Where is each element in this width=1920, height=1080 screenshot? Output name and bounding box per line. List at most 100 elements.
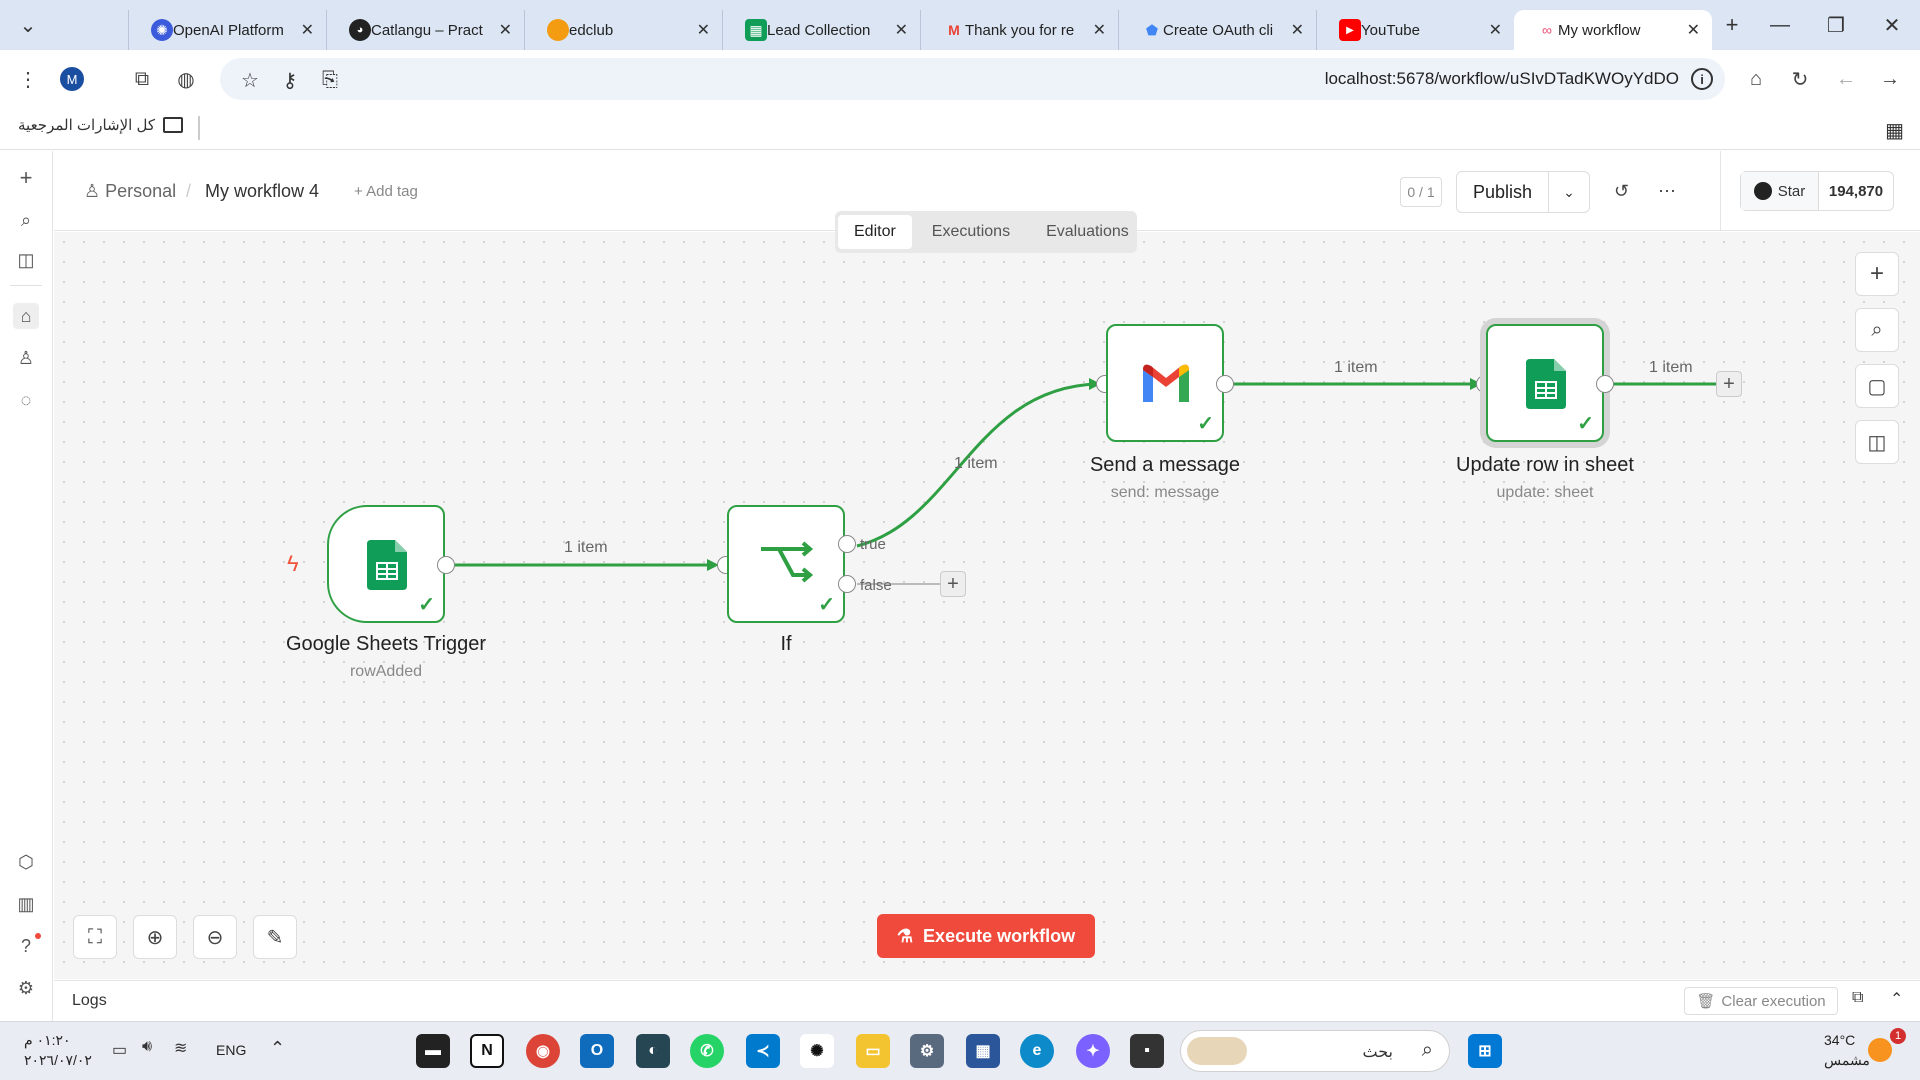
profile-avatar[interactable]: M (60, 67, 84, 91)
publish-button[interactable]: Publish (1457, 172, 1549, 212)
close-window-icon[interactable]: ✕ (1864, 0, 1920, 50)
chevron-up-icon[interactable]: ⌃ (1890, 989, 1903, 1009)
back-icon[interactable]: ← (1826, 59, 1866, 99)
copilot-app-icon[interactable]: ✦ (1076, 1034, 1110, 1068)
add-node-icon[interactable]: + (1855, 252, 1899, 296)
add-node-button[interactable]: + (1716, 371, 1742, 397)
insights-icon[interactable]: ▥ (13, 891, 39, 917)
close-icon[interactable]: ✕ (1489, 20, 1502, 40)
forward-icon[interactable]: → (1870, 59, 1910, 99)
vscode-app-icon[interactable]: ≺ (746, 1034, 780, 1068)
site-info-icon[interactable]: i (1691, 68, 1713, 90)
weather-sun-icon[interactable] (1868, 1038, 1892, 1062)
edge-app-icon[interactable]: e (1020, 1034, 1054, 1068)
tidy-up-icon[interactable]: ✎ (253, 915, 297, 959)
tab-editor[interactable]: Editor (838, 215, 912, 249)
taskbar-search[interactable]: بحث ⌕ (1180, 1030, 1450, 1072)
home-icon[interactable]: ⌂ (13, 303, 39, 329)
browser-tab[interactable]: ✕ edclub (524, 10, 722, 50)
all-bookmarks-button[interactable]: كل الإشارات المرجعية (18, 116, 183, 134)
wifi-icon[interactable]: ≋ (174, 1038, 187, 1058)
file-explorer-app-icon[interactable]: ▭ (856, 1034, 890, 1068)
more-options-icon[interactable]: ⋯ (1658, 181, 1676, 202)
settings-app-icon[interactable]: ⚙ (910, 1034, 944, 1068)
reload-icon[interactable]: ↻ (1780, 59, 1820, 99)
whatsapp-app-icon[interactable]: ✆ (690, 1034, 724, 1068)
home-icon[interactable]: ⌂ (1736, 59, 1776, 99)
weather-temp[interactable]: 34°C (1824, 1032, 1855, 1048)
help-icon[interactable]: ? (13, 933, 41, 959)
collapse-sidebar-icon[interactable]: ◫ (13, 247, 39, 273)
close-icon[interactable]: ✕ (1687, 20, 1700, 40)
battery-icon[interactable]: ▭ (112, 1040, 127, 1060)
chat-icon[interactable]: ◌ (13, 387, 39, 413)
close-icon[interactable]: ✕ (895, 20, 908, 40)
zoom-out-icon[interactable]: ⊖ (193, 915, 237, 959)
output-port[interactable] (1596, 375, 1614, 393)
extensions-icon[interactable]: ⧉ (122, 59, 162, 99)
execute-workflow-button[interactable]: ⚗ Execute workflow (877, 914, 1095, 958)
output-port[interactable] (437, 556, 455, 574)
browser-tab[interactable]: ✕ OpenAI Platform ✺ (128, 10, 326, 50)
github-star-part[interactable]: Star (1741, 172, 1819, 210)
close-icon[interactable]: ✕ (499, 20, 512, 40)
close-icon[interactable]: ✕ (1291, 20, 1304, 40)
output-port-true[interactable] (838, 535, 856, 553)
tab-executions[interactable]: Executions (916, 215, 1026, 249)
templates-icon[interactable]: ⬡ (13, 849, 39, 875)
app-icon[interactable]: ▪ (1130, 1034, 1164, 1068)
omnibox[interactable]: ☆ ⚷ ⎘ localhost:5678/workflow/uSIvDTadKW… (220, 58, 1725, 100)
store-app-icon[interactable]: ▦ (966, 1034, 1000, 1068)
close-icon[interactable]: ✕ (301, 20, 314, 40)
close-icon[interactable]: ✕ (1093, 20, 1106, 40)
user-icon[interactable]: ♙ (13, 345, 39, 371)
tab-evaluations[interactable]: Evaluations (1030, 215, 1145, 249)
close-icon[interactable]: ✕ (697, 20, 710, 40)
settings-icon[interactable]: ⚙ (13, 975, 39, 1001)
github-star-button[interactable]: Star 194,870 (1740, 171, 1894, 211)
clock-time[interactable]: ٠١:٢٠ م (24, 1032, 71, 1049)
chevron-up-icon[interactable]: ⌃ (270, 1038, 285, 1059)
notification-badge[interactable]: 1 (1890, 1028, 1906, 1044)
add-node-button[interactable]: + (940, 571, 966, 597)
popout-icon[interactable]: ⧉ (1852, 989, 1863, 1007)
restore-window-icon[interactable]: ❐ (1808, 0, 1864, 50)
node-update-row[interactable]: ✓ (1486, 324, 1604, 442)
zoom-in-icon[interactable]: ⊕ (133, 915, 177, 959)
apps-grid-icon[interactable]: ▦ (1885, 118, 1904, 143)
clear-execution-button[interactable]: 🗑 Clear execution (1684, 987, 1838, 1015)
minimize-window-icon[interactable]: — (1752, 0, 1808, 50)
output-port[interactable] (1216, 375, 1234, 393)
panel-toggle-icon[interactable]: ◫ (1855, 420, 1899, 464)
breadcrumb-personal[interactable]: ♙ Personal (84, 181, 176, 202)
node-google-sheets-trigger[interactable]: ✓ (327, 505, 445, 623)
add-tag-button[interactable]: + Add tag (354, 183, 418, 200)
browser-tab[interactable]: ✕ YouTube ▶ (1316, 10, 1514, 50)
output-port-false[interactable] (838, 575, 856, 593)
search-icon[interactable]: ⌕ (13, 207, 39, 233)
browser-tab[interactable]: ✕ Create OAuth cli ⬟ (1118, 10, 1316, 50)
tab-search-icon[interactable]: ⌄ (0, 0, 56, 50)
volume-icon[interactable]: 🔊︎ (142, 1038, 152, 1056)
url-text[interactable]: localhost:5678/workflow/uSIvDTadKWOyYdDO (1325, 69, 1679, 89)
extension-globe-icon[interactable]: ◍ (166, 59, 206, 99)
search-icon[interactable]: ⌕ (1855, 308, 1899, 352)
clock-date[interactable]: ٢٠٢٦/٠٧/٠٢ (24, 1052, 92, 1069)
bookmark-star-icon[interactable]: ☆ (236, 66, 264, 94)
browser-tab[interactable]: ✕ Lead Collection ▦ (722, 10, 920, 50)
password-key-icon[interactable]: ⚷ (276, 66, 304, 94)
windows-start-icon[interactable]: ⊞ (1468, 1034, 1502, 1068)
app-icon[interactable]: ◐ (636, 1034, 670, 1068)
install-app-icon[interactable]: ⎘ (316, 66, 344, 94)
history-icon[interactable]: ↺ (1614, 181, 1629, 202)
chatgpt-app-icon[interactable]: ✺ (800, 1034, 834, 1068)
fit-view-icon[interactable]: ⛶ (73, 915, 117, 959)
menu-icon[interactable]: ⋮ (8, 59, 48, 99)
browser-tab[interactable]: ✕ My workflow ∞ (1514, 10, 1712, 50)
browser-tab[interactable]: ✕ Catlangu – Pract ◕ (326, 10, 524, 50)
workflow-name[interactable]: My workflow 4 (205, 181, 319, 202)
chrome-app-icon[interactable]: ◉ (526, 1034, 560, 1068)
chevron-down-icon[interactable]: ⌄ (1549, 184, 1589, 201)
workflow-canvas[interactable]: ϟ ✓ Google Sheets Trigger rowAdded 1 ite… (54, 232, 1920, 979)
browser-tab[interactable]: ✕ Thank you for re M (920, 10, 1118, 50)
